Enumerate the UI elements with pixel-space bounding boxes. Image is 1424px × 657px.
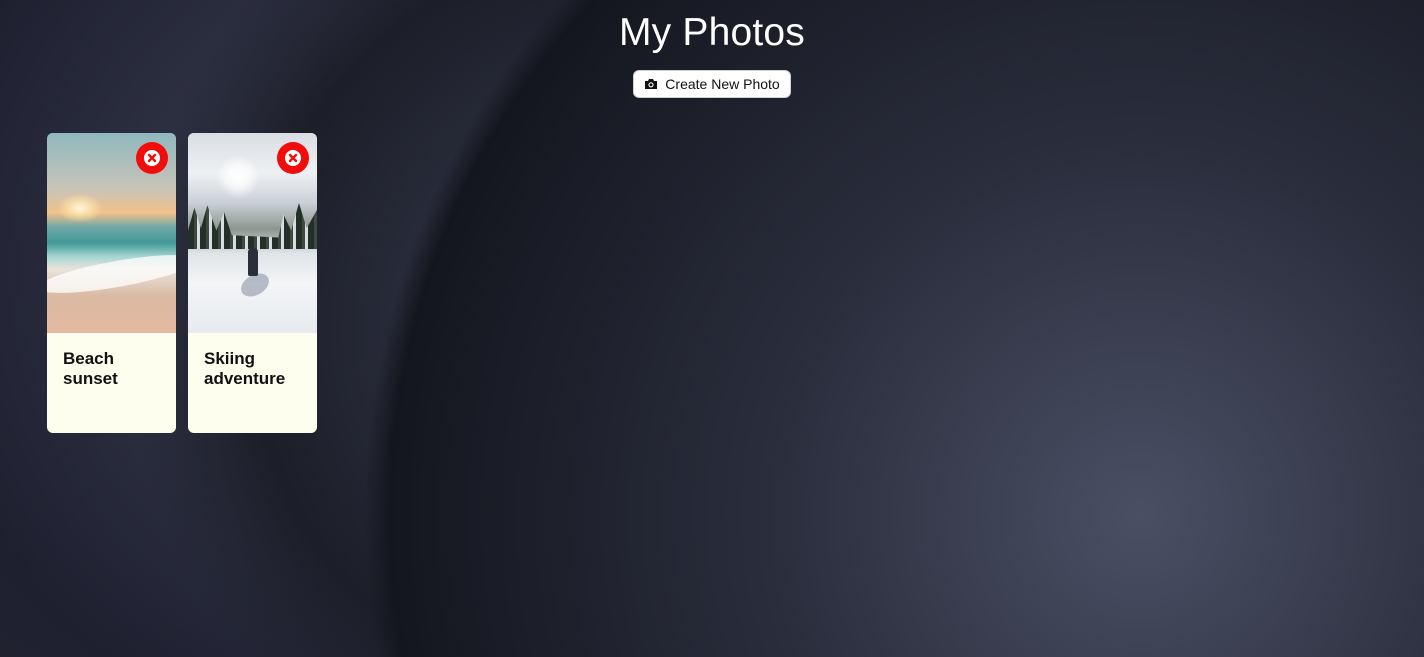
page-header: My Photos Create New Photo — [0, 0, 1424, 98]
photo-card[interactable]: Beach sunset — [47, 133, 176, 433]
close-circle-icon — [285, 150, 301, 166]
camera-icon — [645, 79, 658, 89]
sun-glow — [216, 155, 260, 199]
delete-photo-button[interactable] — [136, 142, 168, 174]
photo-grid: Beach sunset Skiing adventure — [47, 133, 317, 433]
create-new-photo-label: Create New Photo — [665, 76, 780, 92]
photo-caption: Skiing adventure — [204, 349, 286, 388]
photo-caption: Beach sunset — [63, 349, 118, 388]
delete-photo-button[interactable] — [277, 142, 309, 174]
page-title: My Photos — [618, 11, 806, 54]
photo-card[interactable]: Skiing adventure — [188, 133, 317, 433]
wave-foam — [47, 247, 176, 301]
sun-glow — [57, 193, 103, 223]
pine-trees — [188, 203, 317, 249]
skier-figure — [248, 248, 258, 276]
create-new-photo-button[interactable]: Create New Photo — [633, 70, 791, 98]
close-circle-icon — [144, 150, 160, 166]
